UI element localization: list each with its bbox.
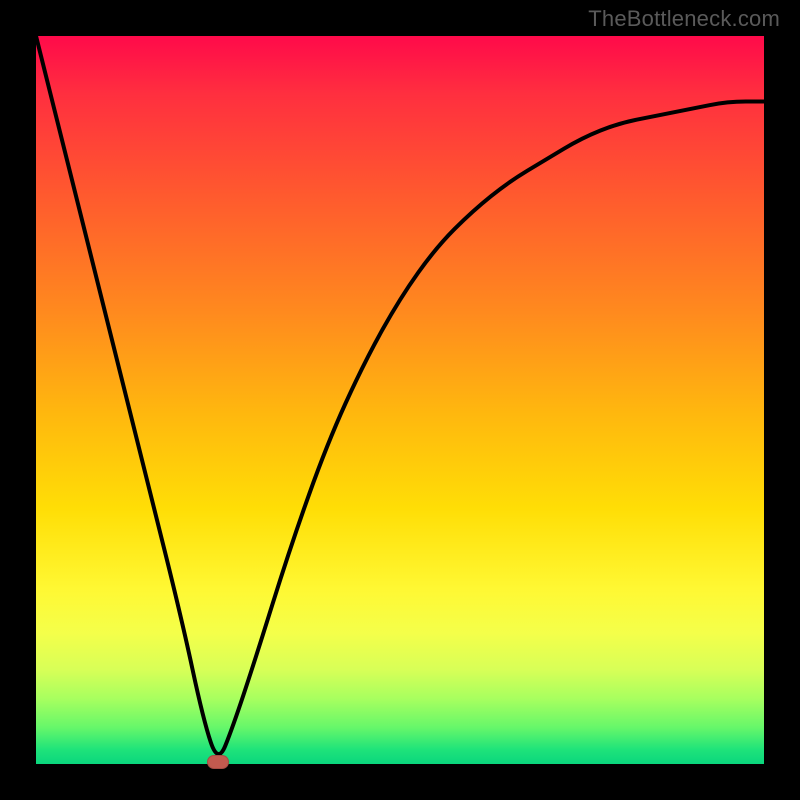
watermark-text: TheBottleneck.com — [588, 6, 780, 32]
chart-frame: TheBottleneck.com — [0, 0, 800, 800]
bottleneck-curve — [36, 36, 764, 764]
min-point-marker — [207, 755, 229, 769]
plot-area — [36, 36, 764, 764]
